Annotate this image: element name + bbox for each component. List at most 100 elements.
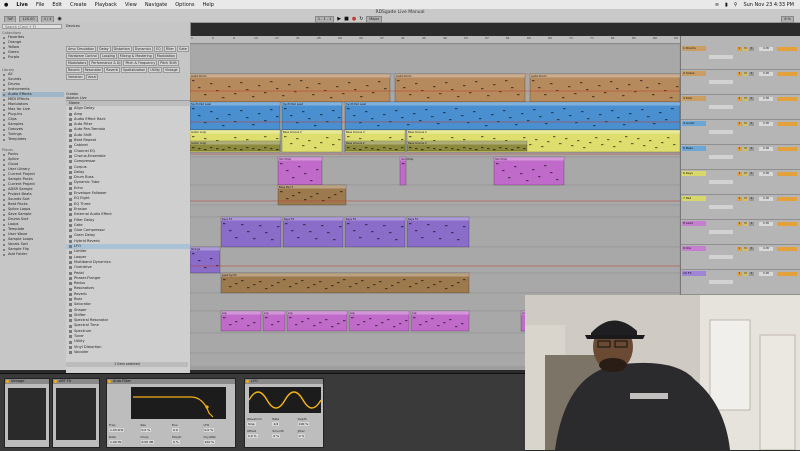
tag-chip[interactable]: Utility [148, 67, 162, 73]
tag-chip[interactable]: Vocal [85, 74, 99, 80]
mute-button[interactable]: M [743, 222, 748, 226]
metronome-icon[interactable]: ◉ [57, 16, 61, 22]
file-item[interactable]: Vocoder [66, 350, 190, 355]
volume-field[interactable]: 0 dB [759, 97, 773, 101]
tag-chip[interactable]: Hardware Control [66, 53, 99, 59]
arrangement-clip[interactable]: Arp [262, 310, 286, 332]
solo-button[interactable]: S [737, 247, 742, 251]
mixer-track[interactable]: 4 Audio S M R 0 dB [681, 119, 800, 145]
arm-button[interactable]: R [749, 97, 754, 101]
routing-selector[interactable] [777, 147, 797, 151]
input-selector[interactable] [709, 155, 733, 159]
arrangement-scrollbar[interactable] [190, 366, 525, 370]
arrangement-clip[interactable]: Keys FX [344, 216, 406, 248]
routing-selector[interactable] [777, 197, 797, 201]
volume-field[interactable]: 0 dB [759, 172, 773, 176]
arrangement-clip[interactable]: Arp [220, 310, 262, 332]
menu-view[interactable]: View [125, 2, 137, 8]
arrangement-clip[interactable]: Keys FX [220, 216, 282, 248]
routing-selector[interactable] [777, 97, 797, 101]
apple-icon[interactable]: ● [4, 2, 8, 8]
routing-selector[interactable] [777, 222, 797, 226]
tag-chip[interactable]: EQ [154, 46, 163, 52]
arrangement-clip[interactable]: Arp [348, 310, 410, 332]
record-icon[interactable]: ● [352, 16, 356, 22]
arrangement-clip[interactable]: Vox Chop [493, 156, 565, 186]
tag-chip[interactable]: Delay [97, 46, 111, 52]
mute-button[interactable]: M [743, 47, 748, 51]
volume-field[interactable]: 0 dB [759, 222, 773, 226]
arrangement-clip[interactable]: Synth Pad Lead [281, 101, 343, 131]
arm-button[interactable]: R [749, 47, 754, 51]
mixer-track[interactable]: 7 Pad S M R 0 dB [681, 194, 800, 220]
menu-options[interactable]: Options [175, 2, 194, 8]
input-selector[interactable] [709, 255, 733, 259]
track-name[interactable]: 9 Vox [682, 246, 706, 251]
solo-button[interactable]: S [737, 47, 742, 51]
mixer-track[interactable]: 2 Snare S M R 0 dB [681, 69, 800, 95]
play-icon[interactable]: ▶ [337, 16, 341, 22]
arrangement-clip[interactable]: Bass Groove 2 [406, 140, 528, 152]
mute-button[interactable]: M [743, 72, 748, 76]
tag-chip[interactable]: Pitch & Frequency [123, 60, 158, 66]
wifi-icon[interactable]: ≋ [715, 2, 719, 8]
arrangement-clip[interactable]: Strings [190, 246, 221, 274]
param-value[interactable]: 0.00 dB [140, 439, 155, 444]
solo-button[interactable]: S [737, 197, 742, 201]
mute-button[interactable]: M [743, 197, 748, 201]
solo-button[interactable]: S [737, 272, 742, 276]
param-value[interactable]: 1/4 [272, 421, 280, 426]
arrangement-clip[interactable]: Keys FX [282, 216, 344, 248]
mute-button[interactable]: M [743, 247, 748, 251]
power-icon[interactable] [6, 380, 9, 383]
mixer-track[interactable]: 8 Lead S M R 0 dB [681, 219, 800, 245]
mute-button[interactable]: M [743, 122, 748, 126]
device-auto-filter[interactable]: Auto Filter Freq 1.03 kHz Res 0.0 % Env 0.0 LF… [106, 378, 236, 448]
menu-edit[interactable]: Edit [52, 2, 62, 8]
track-name[interactable]: 10 FX [682, 271, 706, 276]
tag-chip[interactable]: Reverb [66, 67, 82, 73]
param-value[interactable]: 1.00 Hz [109, 439, 123, 444]
tag-chip[interactable]: Dynamics [132, 46, 154, 52]
mute-button[interactable]: M [743, 172, 748, 176]
param-value[interactable]: 0.0 % [203, 427, 215, 432]
arrangement-clip[interactable]: Synth Pad Lead [190, 101, 281, 131]
mute-button[interactable]: M [743, 97, 748, 101]
volume-field[interactable]: 0 dB [759, 72, 773, 76]
volume-field[interactable]: 0 dB [759, 247, 773, 251]
arrangement-clip[interactable]: Bass Groove 2 [281, 129, 343, 153]
arm-button[interactable]: R [749, 197, 754, 201]
mixer-track[interactable]: 5 Bass S M R 0 dB [681, 144, 800, 170]
track-name[interactable]: 8 Lead [682, 221, 706, 226]
tag-chip[interactable]: Vintage [162, 67, 180, 73]
arm-button[interactable]: R [749, 172, 754, 176]
routing-selector[interactable] [777, 47, 797, 51]
tag-chip[interactable]: Pitch Shift [158, 60, 179, 66]
tag-chip[interactable]: Spatialization [120, 67, 148, 73]
routing-selector[interactable] [777, 272, 797, 276]
arrangement-clip[interactable]: Audio Drum [394, 73, 526, 103]
track-name[interactable]: 2 Snare [682, 71, 706, 76]
menu-create[interactable]: Create [70, 2, 87, 8]
stop-icon[interactable]: ■ [344, 16, 349, 22]
key-selector[interactable]: Major [366, 15, 383, 23]
arrangement-clip[interactable]: Audio Drum [529, 73, 680, 103]
param-value[interactable]: 1.03 kHz [109, 427, 125, 432]
menu-live[interactable]: Live [16, 2, 28, 8]
loop-icon[interactable]: ↻ [359, 16, 363, 22]
track-name[interactable]: 4 Audio [682, 121, 706, 126]
input-selector[interactable] [709, 180, 733, 184]
arrangement-clip[interactable]: Audio Drum [190, 73, 391, 103]
mixer-track[interactable]: 3 Kick S M R 0 dB [681, 94, 800, 120]
arrangement-clip[interactable]: Bass Groove 2 [344, 140, 406, 152]
tag-chip[interactable]: Reverb [104, 67, 120, 73]
solo-button[interactable]: S [737, 122, 742, 126]
arrangement-clip[interactable]: Arp [286, 310, 348, 332]
param-value[interactable]: 0.0 % [247, 433, 258, 438]
arrangement-clip[interactable]: Bass Pad 3 [277, 184, 347, 206]
power-icon[interactable] [246, 380, 249, 383]
menu-help[interactable]: Help [203, 2, 214, 8]
library-item[interactable]: Templates [2, 137, 64, 142]
input-selector[interactable] [709, 105, 733, 109]
param-value[interactable]: 0 % [172, 439, 180, 444]
